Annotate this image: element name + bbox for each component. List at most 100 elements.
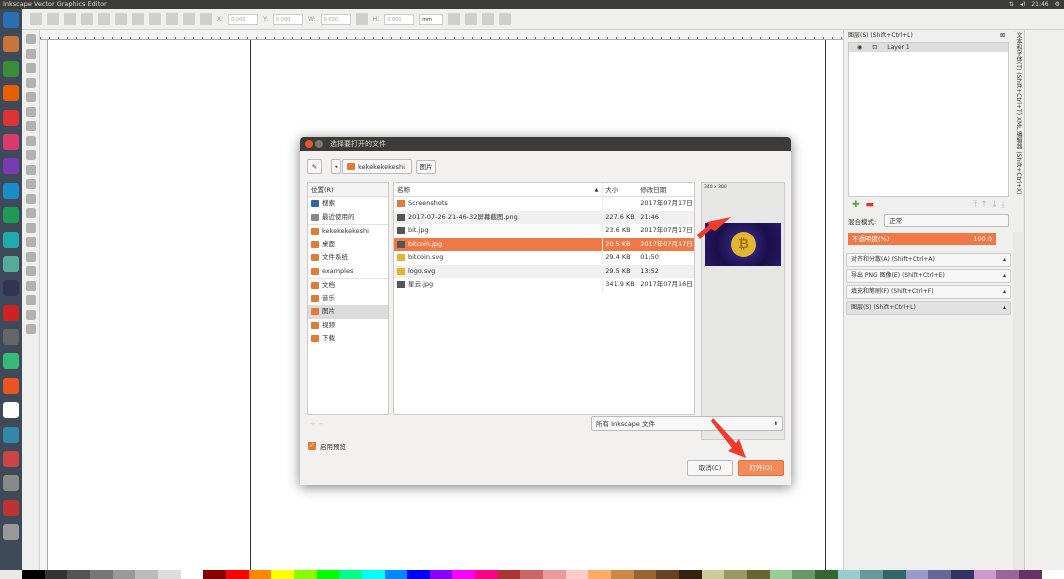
palette-swatch[interactable] <box>611 570 634 579</box>
y-input[interactable]: 0.000 <box>273 13 304 25</box>
file-row[interactable]: logo.svg 29.5 KB 13:52 <box>394 264 694 278</box>
flip-h-icon[interactable] <box>115 13 127 25</box>
palette-swatch[interactable] <box>973 570 997 579</box>
star-tool-icon[interactable] <box>26 150 36 160</box>
webstorm-icon[interactable] <box>3 182 19 199</box>
palette-swatch[interactable] <box>452 570 476 579</box>
palette-swatch[interactable] <box>384 570 408 579</box>
palette-swatch[interactable] <box>157 570 181 579</box>
transform-gradients-icon[interactable] <box>482 13 495 25</box>
weibo-icon[interactable] <box>3 109 19 126</box>
place-item[interactable]: 桌面 <box>308 238 388 252</box>
palette-swatch[interactable] <box>724 570 747 579</box>
jetbrains-icon[interactable] <box>3 133 19 150</box>
network-icon[interactable]: ⇅ <box>1009 0 1014 9</box>
palette-swatch[interactable] <box>293 570 317 579</box>
fill-stroke-panel-tab[interactable]: 填充和笔刷(F) (Shift+Ctrl+F) ▴ <box>846 285 1011 299</box>
horizontal-ruler[interactable] <box>40 30 843 40</box>
connector-tool-icon[interactable] <box>26 324 36 334</box>
unit-select[interactable]: mm <box>419 13 444 25</box>
palette-swatch[interactable] <box>905 570 929 579</box>
rotate-cw-icon[interactable] <box>98 13 110 25</box>
column-modified[interactable]: 修改日期 <box>638 183 694 196</box>
lower-icon[interactable] <box>183 13 195 25</box>
cancel-button[interactable]: 取消(C) <box>687 460 733 476</box>
file-row[interactable]: bitcoin.svg 29.4 KB 01:50 <box>394 251 694 265</box>
firefox-icon[interactable] <box>3 85 19 102</box>
file-filter-select[interactable]: 所有 Inkscape 文件 ⬍ <box>591 416 783 431</box>
transform-patterns-icon[interactable] <box>499 13 512 25</box>
spray-tool-icon[interactable] <box>26 237 36 247</box>
bucket-tool-icon[interactable] <box>26 266 36 276</box>
palette-swatch[interactable] <box>497 570 521 579</box>
pen-tool-icon[interactable] <box>26 193 36 204</box>
app-icon[interactable] <box>3 499 19 516</box>
chrome-icon[interactable] <box>3 60 19 77</box>
file-row[interactable]: bitcoin.jpg 20.5 KB 2017年07月17日 <box>394 237 694 251</box>
select-all-layers-icon[interactable] <box>47 13 59 25</box>
palette-swatch[interactable] <box>67 570 90 579</box>
zoom-tool-icon[interactable] <box>26 77 36 88</box>
file-row[interactable]: Screenshots 2017年07月17日 <box>394 197 694 211</box>
palette-swatch[interactable] <box>135 570 158 579</box>
file-row[interactable]: bit.jpg 23.6 KB 2017年07月17日 <box>394 224 694 238</box>
measure-tool-icon[interactable] <box>26 92 36 102</box>
path-button-home[interactable]: kekekekekeshi <box>342 159 412 174</box>
app-icon[interactable] <box>3 353 19 370</box>
place-item[interactable]: 搜索 <box>308 197 388 211</box>
palette-swatch[interactable] <box>429 570 453 579</box>
vertical-ruler[interactable] <box>40 40 48 570</box>
calligraphy-tool-icon[interactable] <box>26 208 36 218</box>
palette-swatch[interactable] <box>679 570 702 579</box>
palette-swatch[interactable] <box>792 570 815 579</box>
amazon-icon[interactable] <box>3 402 19 419</box>
app-icon[interactable] <box>3 329 19 346</box>
palette-swatch[interactable] <box>633 570 657 579</box>
palette-swatch[interactable] <box>248 570 272 579</box>
opacity-slider[interactable]: 不透明度(%) 100.0 <box>848 233 996 245</box>
place-item[interactable]: examples <box>308 265 388 279</box>
remove-layer-icon[interactable]: ▬ <box>866 200 875 210</box>
virtualbox-icon[interactable] <box>3 426 19 443</box>
eye-icon[interactable]: ◉ <box>857 43 862 52</box>
place-item[interactable]: 图片 <box>308 305 388 319</box>
select-all-icon[interactable] <box>30 13 42 25</box>
palette-swatch[interactable] <box>271 570 294 579</box>
palette-swatch[interactable] <box>203 570 226 579</box>
palette-swatch[interactable] <box>747 570 770 579</box>
clion-icon[interactable] <box>3 231 19 248</box>
phpstorm-icon[interactable] <box>3 158 19 175</box>
palette-swatch[interactable] <box>44 570 68 579</box>
dash-icon[interactable] <box>3 12 19 28</box>
palette-swatch[interactable] <box>112 570 136 579</box>
raise-icon[interactable] <box>166 13 178 25</box>
file-row[interactable]: 2017-07-26 21-46-32屏幕截图.png 227.6 KB 21:46 <box>394 210 694 224</box>
place-item[interactable]: kekekekekeshi <box>308 224 388 238</box>
palette-swatch[interactable] <box>361 570 385 579</box>
align-panel-tab[interactable]: 对齐和分散(A) (Shift+Ctrl+A) ▴ <box>846 253 1011 267</box>
column-size[interactable]: 大小 <box>603 183 638 196</box>
x-input[interactable]: 0.000 <box>228 13 259 25</box>
deselect-icon[interactable] <box>64 13 76 25</box>
place-item[interactable]: 文件系统 <box>308 251 388 265</box>
spiral-tool-icon[interactable] <box>26 164 36 175</box>
layer-row[interactable]: ◉ ⊡ Layer 1 <box>849 43 1008 52</box>
export-png-panel-tab[interactable]: 导出 PNG 图像(E) (Shift+Ctrl+E) ▴ <box>846 269 1011 283</box>
layer-top-icon[interactable]: ⤒ ↑ ↓ ⤓ <box>973 200 1005 210</box>
palette-swatch[interactable] <box>996 570 1019 579</box>
palette-swatch[interactable] <box>882 570 906 579</box>
checkbox-checked-icon[interactable]: ✓ <box>308 442 316 450</box>
add-layer-icon[interactable]: ✚ <box>852 200 860 210</box>
place-item[interactable]: 下载 <box>308 332 388 346</box>
trash-icon[interactable] <box>3 524 19 541</box>
place-item[interactable]: 视频 <box>308 319 388 333</box>
pycharm-icon[interactable] <box>3 207 19 224</box>
rotate-ccw-icon[interactable] <box>81 13 93 25</box>
software-center-icon[interactable] <box>3 377 19 394</box>
app-icon[interactable] <box>3 304 19 321</box>
palette-swatch[interactable] <box>588 570 612 579</box>
settings-icon[interactable] <box>3 451 19 468</box>
enable-preview-checkbox[interactable]: ✓ 启用预览 <box>308 441 346 451</box>
xml-editor-tab[interactable]: XML 编辑器 (Shift+Ctrl+X) <box>1015 117 1022 195</box>
volume-icon[interactable]: ◂) <box>1020 0 1025 9</box>
